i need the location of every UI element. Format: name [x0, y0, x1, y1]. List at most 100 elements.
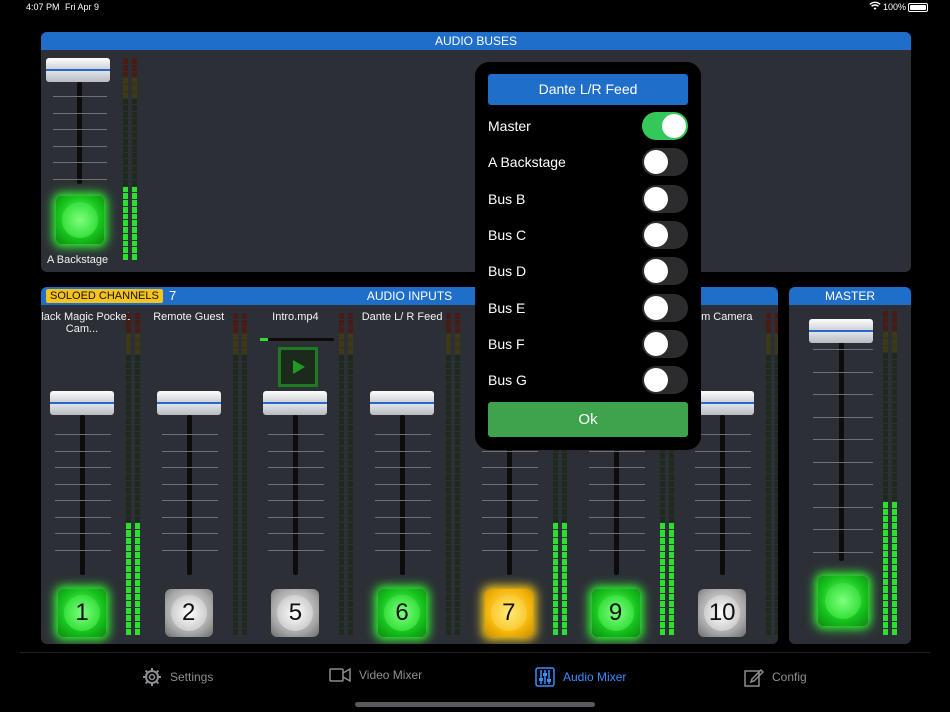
fader-tick	[695, 467, 752, 468]
meter-segment	[446, 474, 452, 481]
meter-segment	[883, 565, 888, 572]
meter-segment	[455, 565, 461, 572]
meter-segment	[339, 446, 345, 453]
meter-segment	[241, 425, 247, 432]
meter-segment	[123, 58, 128, 64]
meter-segment	[892, 593, 897, 600]
routing-toggle[interactable]	[642, 148, 688, 177]
channel-fader-handle[interactable]	[370, 391, 435, 415]
tab-settings-label: Settings	[170, 670, 214, 684]
meter-segment	[232, 600, 238, 607]
meter-segment	[348, 460, 354, 467]
meter-segment	[668, 488, 674, 495]
meter-segment	[126, 432, 131, 439]
toggle-knob	[644, 222, 668, 247]
fader-tick	[481, 483, 538, 485]
meter-segment	[659, 565, 665, 572]
channel-fader-handle[interactable]	[156, 391, 221, 415]
meter-segment	[775, 432, 778, 439]
meter-segment	[766, 572, 772, 579]
meter-segment	[775, 313, 778, 320]
meter-segment	[455, 453, 461, 460]
meter-segment	[883, 339, 888, 346]
meter-segment	[232, 544, 238, 551]
routing-toggle[interactable]	[642, 366, 688, 395]
home-indicator[interactable]	[355, 702, 595, 707]
meter-segment	[892, 431, 897, 438]
meter-segment	[232, 334, 238, 341]
meter-segment	[123, 233, 128, 240]
channel-fader-handle[interactable]	[50, 391, 114, 415]
routing-toggle[interactable]	[642, 220, 688, 249]
channel-select-button[interactable]: 6	[378, 589, 427, 637]
meter-segment	[126, 607, 131, 614]
meter-segment	[126, 362, 131, 369]
meter-segment	[892, 565, 897, 572]
fader-tick	[588, 500, 645, 501]
meter-segment	[766, 320, 772, 327]
meter-segment	[339, 327, 345, 334]
meter-segment	[232, 383, 238, 390]
channel-select-button[interactable]: 10	[698, 589, 747, 637]
channel-fader-handle[interactable]	[263, 391, 328, 415]
tab-video-mixer[interactable]: Video Mixer	[329, 667, 422, 683]
meter-segment	[241, 565, 247, 572]
routing-toggle[interactable]	[642, 112, 688, 140]
routing-toggle[interactable]	[642, 329, 688, 358]
routing-toggle[interactable]	[642, 293, 688, 322]
meter-segment	[135, 369, 140, 376]
master-panel: MASTER	[789, 287, 911, 644]
meter-segment	[339, 390, 345, 397]
meter-segment	[766, 425, 772, 432]
meter-segment	[455, 334, 461, 341]
bus-select-button[interactable]	[56, 196, 104, 244]
meter-segment	[135, 390, 140, 397]
meter-segment	[883, 452, 888, 459]
meter-segment	[561, 453, 567, 460]
tab-config[interactable]: Config	[744, 667, 807, 687]
meter-segment	[455, 544, 461, 551]
meter-segment	[883, 494, 888, 501]
fader-tick	[813, 506, 873, 508]
meter-segment	[659, 621, 665, 628]
channel-select-button[interactable]: 5	[271, 589, 320, 637]
channel-select-button[interactable]: 7	[484, 589, 533, 637]
master-select-button[interactable]	[818, 576, 868, 626]
channel-select-light: 2	[170, 595, 207, 631]
tab-settings[interactable]: Settings	[142, 667, 213, 687]
channel-number: 9	[608, 599, 623, 626]
meter-segment	[775, 320, 778, 327]
meter-segment	[241, 334, 247, 341]
meter-segment	[775, 404, 778, 411]
meter-segment	[668, 607, 674, 614]
meter-segment	[766, 348, 772, 355]
meter-segment	[766, 600, 772, 607]
meter-segment	[455, 376, 461, 383]
fader-tick	[588, 467, 645, 468]
meter-segment	[232, 551, 238, 558]
meter-segment	[126, 544, 131, 551]
meter-segment	[132, 240, 137, 247]
routing-row-label: Bus E	[488, 299, 526, 316]
channel-select-button[interactable]: 2	[164, 589, 213, 637]
meter-segment	[561, 614, 567, 621]
channel-select-button[interactable]: 1	[58, 589, 106, 637]
meter-segment	[135, 376, 140, 383]
meter-segment	[135, 362, 140, 369]
meter-segment	[455, 460, 461, 467]
bus-fader-handle[interactable]	[46, 58, 110, 82]
meter-segment	[135, 313, 140, 320]
master-fader-handle[interactable]	[809, 319, 873, 343]
tab-audio-mixer[interactable]: Audio Mixer	[535, 667, 626, 687]
routing-toggle[interactable]	[642, 257, 688, 286]
play-button[interactable]	[278, 347, 319, 387]
media-progress-bar[interactable]	[260, 338, 335, 341]
meter-segment	[123, 145, 128, 152]
channel-select-button[interactable]: 9	[591, 589, 640, 637]
meter-segment	[446, 593, 452, 600]
routing-toggle[interactable]	[642, 184, 688, 213]
meter-segment	[339, 481, 345, 488]
ok-button[interactable]: Ok	[488, 402, 688, 437]
routing-row: Bus C	[488, 220, 688, 250]
meter-segment	[552, 614, 558, 621]
